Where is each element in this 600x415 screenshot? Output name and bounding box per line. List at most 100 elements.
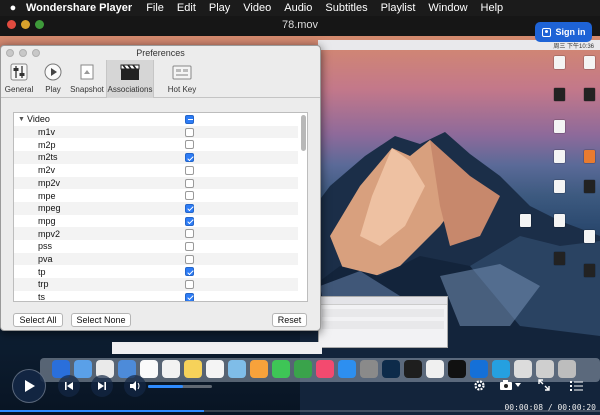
format-checkbox[interactable] xyxy=(185,140,194,150)
menu-playlist[interactable]: Playlist xyxy=(381,2,416,14)
menu-video[interactable]: Video xyxy=(243,2,271,14)
snapshot-button[interactable] xyxy=(497,376,515,394)
settings-button[interactable] xyxy=(470,376,488,394)
select-all-button[interactable]: Select All xyxy=(13,313,63,327)
recorded-toolbar xyxy=(112,342,322,354)
format-label: pss xyxy=(38,241,53,252)
format-checkbox[interactable] xyxy=(185,254,194,264)
gear-icon xyxy=(473,379,485,391)
previous-icon xyxy=(65,382,73,390)
format-checkbox[interactable] xyxy=(185,127,194,137)
menu-play[interactable]: Play xyxy=(209,2,230,14)
speaker-icon xyxy=(129,381,139,391)
list-item[interactable]: ts xyxy=(14,291,298,301)
volume-button[interactable] xyxy=(124,375,146,397)
format-checkbox[interactable] xyxy=(185,191,194,201)
tab-associations[interactable]: Associations xyxy=(106,60,154,98)
format-label: pva xyxy=(38,254,53,265)
list-item[interactable]: m1v xyxy=(14,125,298,139)
camera-icon xyxy=(77,62,97,82)
list-group-video[interactable]: ▼ Video xyxy=(14,113,298,126)
play-button[interactable] xyxy=(12,369,46,403)
seek-progress xyxy=(0,410,204,412)
list-item[interactable]: pva xyxy=(14,252,298,266)
menu-subtitles[interactable]: Subtitles xyxy=(325,2,367,14)
group-label: Video xyxy=(27,114,50,125)
list-item[interactable]: mpeg xyxy=(14,201,298,215)
format-checkbox[interactable] xyxy=(185,242,194,251)
format-checkbox[interactable] xyxy=(185,153,194,163)
tab-hot-key[interactable]: Hot Key xyxy=(158,60,206,98)
camera-icon xyxy=(500,380,512,390)
format-checkbox[interactable] xyxy=(185,178,194,188)
format-label: mpv2 xyxy=(38,228,61,239)
reset-button[interactable]: Reset xyxy=(272,313,307,327)
tab-hot-key-label: Hot Key xyxy=(167,85,197,94)
list-item[interactable]: mpe xyxy=(14,189,298,202)
menu-file[interactable]: File xyxy=(146,2,164,14)
list-item[interactable]: mp2v xyxy=(14,176,298,190)
menu-help[interactable]: Help xyxy=(481,2,504,14)
volume-slider[interactable] xyxy=(148,385,212,388)
list-item[interactable]: mpv2 xyxy=(14,227,298,240)
menu-edit[interactable]: Edit xyxy=(177,2,196,14)
seek-bar[interactable] xyxy=(0,410,600,412)
format-label: mpeg xyxy=(38,203,61,214)
dialog-minimize-button[interactable] xyxy=(19,49,27,57)
tab-associations-label: Associations xyxy=(107,85,153,94)
previous-button[interactable] xyxy=(58,375,80,397)
list-item[interactable]: mpg xyxy=(14,215,298,228)
chevron-down-icon xyxy=(515,382,521,387)
player-controls: 00:00:08 / 00:00:20 xyxy=(0,360,600,415)
fullscreen-button[interactable] xyxy=(535,376,553,394)
format-checkbox[interactable] xyxy=(185,229,194,239)
menu-app-name[interactable]: Wondershare Player xyxy=(26,2,132,14)
menu-window[interactable]: Window xyxy=(428,2,467,14)
user-icon xyxy=(541,27,551,37)
list-item[interactable]: trp xyxy=(14,278,298,291)
select-none-button[interactable]: Select None xyxy=(71,313,131,327)
format-label: mpe xyxy=(38,190,56,201)
list-item[interactable]: m2ts xyxy=(14,151,298,164)
group-checkbox[interactable] xyxy=(185,115,194,124)
next-button[interactable] xyxy=(91,375,113,397)
file-icon xyxy=(554,150,565,163)
tab-play[interactable]: Play xyxy=(38,60,68,98)
expand-icon xyxy=(538,379,550,391)
format-checkbox[interactable] xyxy=(185,292,194,301)
format-checkbox[interactable] xyxy=(185,216,194,226)
format-label: tp xyxy=(38,266,46,277)
snapshot-menu-button[interactable] xyxy=(514,376,522,394)
preferences-dialog: Preferences General Play Snapshot Associ… xyxy=(0,45,321,331)
format-checkbox[interactable] xyxy=(185,203,194,213)
dialog-zoom-button[interactable] xyxy=(32,49,40,57)
preferences-toolbar: General Play Snapshot Associations Hot K… xyxy=(1,60,320,98)
format-label: m2ts xyxy=(38,152,58,163)
format-checkbox[interactable] xyxy=(185,165,194,175)
tab-snapshot-label: Snapshot xyxy=(70,85,104,94)
menu-audio[interactable]: Audio xyxy=(284,2,312,14)
association-list[interactable]: ▼ Video m1v m2p m2ts m2v mp2v mpe mpeg m… xyxy=(13,112,308,302)
format-checkbox[interactable] xyxy=(185,267,194,277)
file-icon xyxy=(554,120,565,133)
preferences-title-bar: Preferences xyxy=(1,46,320,60)
format-checkbox[interactable] xyxy=(185,280,194,290)
apple-icon[interactable]: ● xyxy=(0,2,26,14)
tab-general[interactable]: General xyxy=(4,60,34,98)
file-icon xyxy=(584,180,595,193)
file-icon xyxy=(584,56,595,69)
dialog-close-button[interactable] xyxy=(6,49,14,57)
sign-in-button[interactable]: Sign in xyxy=(535,22,592,42)
format-label: mp2v xyxy=(38,177,61,188)
list-item[interactable]: pss xyxy=(14,240,298,253)
recorded-window xyxy=(318,296,448,348)
list-scrollbar[interactable] xyxy=(301,115,306,151)
tab-snapshot[interactable]: Snapshot xyxy=(70,60,104,98)
disclosure-triangle-icon[interactable]: ▼ xyxy=(18,116,25,123)
list-item[interactable]: m2p xyxy=(14,138,298,151)
list-item[interactable]: m2v xyxy=(14,164,298,177)
playlist-button[interactable] xyxy=(567,376,585,394)
file-icon xyxy=(554,252,565,265)
list-item[interactable]: tp xyxy=(14,265,298,278)
format-label: m2p xyxy=(38,139,56,150)
